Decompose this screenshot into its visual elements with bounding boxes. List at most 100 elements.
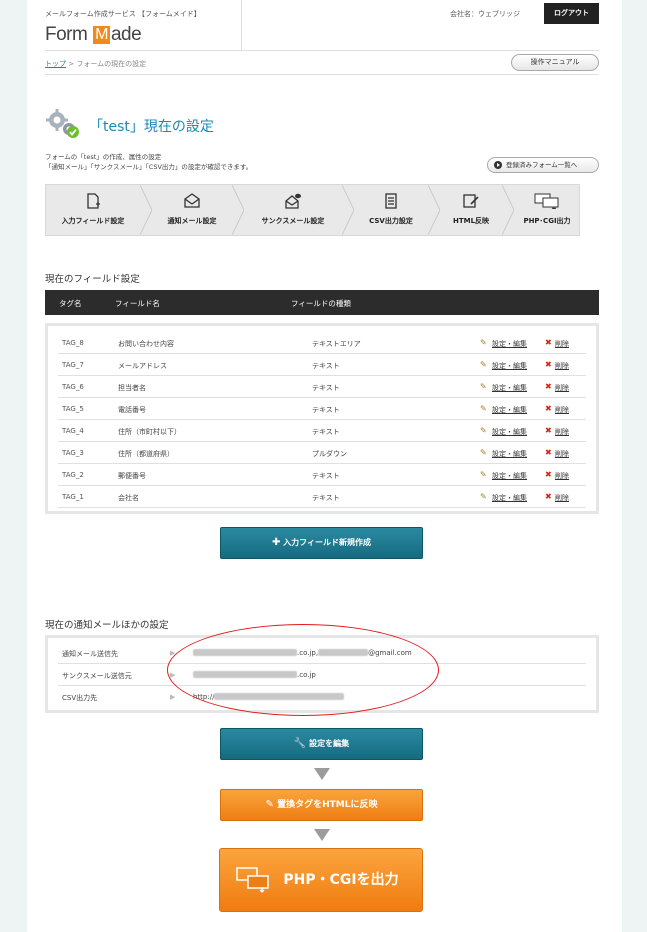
field-name: メールアドレス [118,362,167,370]
field-tag: TAG_1 [62,493,84,501]
header-divider [241,0,242,50]
step-label: CSV出力設定 [369,217,413,225]
delete-link[interactable]: 削除 [545,426,569,437]
field-type: テキスト [312,472,340,480]
formmade-logo[interactable]: Form Made [45,24,142,46]
step-separator [342,185,354,235]
notify-section-title: 現在の通知メールほかの設定 [45,620,169,631]
step-separator [232,185,244,235]
envelope-icon [184,193,200,208]
field-tag: TAG_7 [62,361,84,369]
page-container: メールフォーム作成サービス 【フォームメイド】 Form Made 会社名：ウェ… [27,0,622,932]
table-row: TAG_4 住所（市町村以下） テキスト 設定・編集 削除 [58,420,586,442]
edit-link[interactable]: 設定・編集 [480,338,527,349]
field-tag: TAG_8 [62,339,84,347]
edit-settings-button[interactable]: 🔧 設定を編集 [220,728,423,760]
field-tag: TAG_6 [62,383,84,391]
field-type: テキスト [312,362,340,370]
edit-link[interactable]: 設定・編集 [480,404,527,415]
setting-label: サンクスメール送信元 [62,672,132,680]
wrench-icon: 🔧 [293,738,307,749]
delete-link[interactable]: 削除 [545,338,569,349]
gears-check-icon [46,109,79,138]
logout-button[interactable]: ログアウト [544,3,599,24]
doc-plus-icon: ✚ [271,537,281,548]
field-name: お問い合わせ内容 [118,340,174,348]
html-edit-icon [463,194,479,208]
html-reflect-button[interactable]: ✎ 置換タグをHTMLに反映 [220,789,423,821]
edit-link[interactable]: 設定・編集 [480,426,527,437]
step-html-reflect[interactable]: HTML反映 [440,185,502,235]
field-type: テキスト [312,494,340,502]
page-description-line-2: 「通知メール」「サンクスメール」「CSV出力」の設定が確認できます。 [45,163,253,171]
html-edit-icon: ✎ [265,799,274,810]
flow-arrow-icon [314,829,330,841]
field-type: テキスト [312,428,340,436]
php-cgi-output-button[interactable]: PHP・CGIを出力 [219,848,423,912]
field-name: 会社名 [118,494,139,502]
delete-link[interactable]: 削除 [545,448,569,459]
edit-settings-label: 設定を編集 [309,739,350,748]
manual-button[interactable]: 操作マニュアル [511,54,599,71]
field-type: プルダウン [312,450,347,458]
step-csv-output[interactable]: CSV出力設定 [354,185,428,235]
delete-link[interactable]: 削除 [545,404,569,415]
table-row: TAG_8 お問い合わせ内容 テキストエリア 設定・編集 削除 [58,332,586,354]
field-type: テキストエリア [312,340,361,348]
table-row: TAG_2 郵便番号 テキスト 設定・編集 削除 [58,464,586,486]
setting-label: 通知メール送信先 [62,650,118,658]
new-field-button[interactable]: ✚ 入力フィールド新規作成 [220,527,423,559]
new-field-label: 入力フィールド新規作成 [283,538,372,547]
step-php-cgi[interactable]: PHP･CGI出力 [514,185,580,235]
field-name: 担当者名 [118,384,146,392]
html-reflect-label: 置換タグをHTMLに反映 [277,800,378,810]
envelope-bubble-icon [285,193,301,209]
col-header-name: フィールド名 [115,299,160,308]
php-cgi-icon [236,867,269,893]
table-row: TAG_7 メールアドレス テキスト 設定・編集 削除 [58,354,586,376]
step-notify-mail[interactable]: 通知メール設定 [152,185,232,235]
logo-text-ade: ade [110,24,142,45]
col-header-type: フィールドの種類 [291,299,351,308]
page-description-line-1: フォームの「test」の作成、属性の設定 [45,153,162,161]
delete-link[interactable]: 削除 [545,382,569,393]
field-type: テキスト [312,384,340,392]
logo-text-form: Form [45,24,93,45]
field-tag: TAG_4 [62,427,84,435]
step-input-field[interactable]: 入力フィールド設定 [46,185,140,235]
play-circle-icon [494,161,502,169]
forms-list-button[interactable]: 登録済みフォーム一覧へ [487,157,599,173]
setting-label: CSV出力先 [62,694,98,702]
delete-link[interactable]: 削除 [545,492,569,503]
field-name: 住所（市町村以下） [118,428,181,436]
delete-link[interactable]: 削除 [545,470,569,481]
step-navigation: 入力フィールド設定 通知メール設定 サンクスメール設定 CSV出力設定 HTML… [45,184,580,236]
step-label: 通知メール設定 [167,217,217,225]
step-label: HTML反映 [452,217,490,225]
field-type: テキスト [312,406,340,414]
edit-link[interactable]: 設定・編集 [480,448,527,459]
header: メールフォーム作成サービス 【フォームメイド】 Form Made 会社名：ウェ… [27,0,622,50]
company-name: 会社名：ウェブリッジ [450,10,520,18]
page-title: 「test」現在の設定 [89,119,214,135]
field-tag: TAG_3 [62,449,84,457]
breadcrumb: トップ > フォームの現在の設定 [45,59,146,69]
forms-list-label: 登録済みフォーム一覧へ [506,161,578,169]
breadcrumb-current: フォームの現在の設定 [76,60,147,68]
edit-link[interactable]: 設定・編集 [480,492,527,503]
step-thanks-mail[interactable]: サンクスメール設定 [244,185,342,235]
step-separator [502,185,514,235]
fields-table-header: タグ名 フィールド名 フィールドの種類 [45,290,599,315]
edit-link[interactable]: 設定・編集 [480,360,527,371]
col-header-tag: タグ名 [59,299,82,308]
breadcrumb-top-link[interactable]: トップ [45,60,66,68]
step-separator [140,185,152,235]
step-label: PHP･CGI出力 [523,217,571,225]
delete-link[interactable]: 削除 [545,360,569,371]
row-arrow-icon: ▶ [170,693,176,701]
field-name: 住所（都道府県） [118,450,174,458]
step-label: 入力フィールド設定 [61,217,125,225]
edit-link[interactable]: 設定・編集 [480,382,527,393]
php-cgi-label: PHP・CGIを出力 [283,872,399,888]
edit-link[interactable]: 設定・編集 [480,470,527,481]
